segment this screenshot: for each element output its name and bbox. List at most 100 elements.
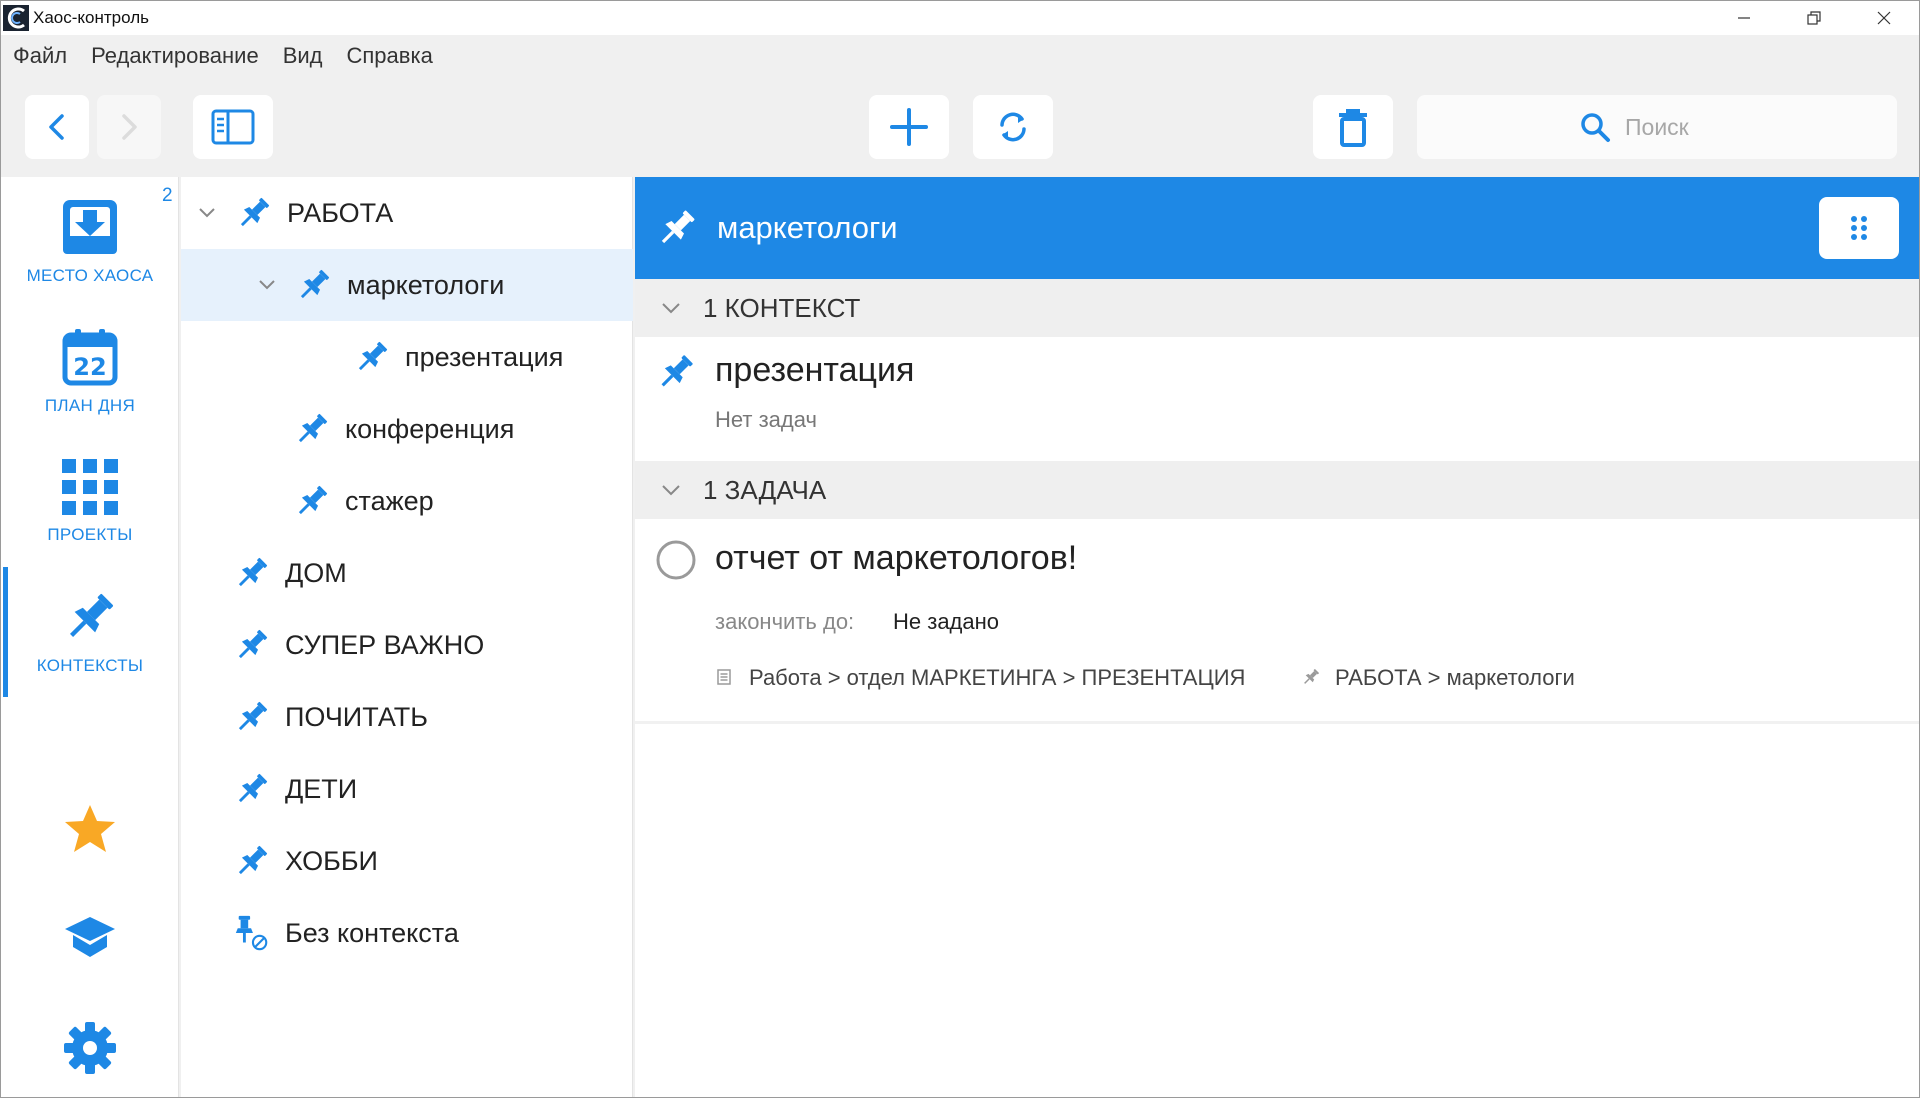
tree-item-kids[interactable]: ДЕТИ: [181, 753, 633, 825]
pin-icon: [238, 629, 268, 659]
inbox-icon: [63, 200, 117, 254]
main-panel: маркетологи 1 КОНТЕКСТ презентация Нет з…: [635, 177, 1919, 1097]
tree-item-presentation[interactable]: презентация: [181, 321, 633, 393]
close-window-button[interactable]: [1849, 1, 1919, 35]
close-icon: [1877, 11, 1891, 25]
task-list-item[interactable]: отчет от маркетологов! закончить до: Не …: [635, 519, 1919, 719]
tree-item-label: ПОЧИТАТЬ: [285, 701, 428, 732]
search-input[interactable]: [1625, 113, 1735, 141]
chevron-down-icon[interactable]: [197, 203, 217, 223]
nav-label: ПЛАН ДНЯ: [44, 396, 136, 415]
window-title: Хаос-контроль: [33, 8, 149, 27]
tree-item-label: Без контекста: [285, 917, 459, 948]
pin-icon: [238, 845, 268, 875]
restore-icon: [1807, 11, 1821, 25]
contexts-section-header[interactable]: 1 КОНТЕКСТ: [635, 279, 1919, 337]
add-button[interactable]: [869, 95, 949, 159]
nav-chaos-place[interactable]: МЕСТО ХАОСА: [1, 177, 179, 307]
task-project-path[interactable]: Работа > отдел МАРКЕТИНГА > ПРЕЗЕНТАЦИЯ: [749, 665, 1245, 691]
learning-button[interactable]: [1, 915, 179, 961]
minimize-button[interactable]: [1709, 1, 1779, 35]
chevron-down-icon: [662, 303, 680, 314]
tree-item-label: ХОББИ: [285, 845, 378, 876]
menu-bar: Файл Редактирование Вид Справка: [1, 35, 1919, 77]
nav-label: ПРОЕКТЫ: [47, 525, 133, 544]
tree-item-to-read[interactable]: ПОЧИТАТЬ: [181, 681, 633, 753]
tree-item-work[interactable]: РАБОТА: [181, 177, 633, 249]
project-icon: [717, 669, 731, 685]
left-navigation: 2 МЕСТО ХАОСА 22 ПЛАН ДНЯ ПРОЕКТЫ КОНТЕК…: [1, 177, 179, 1097]
pin-icon: [298, 413, 328, 443]
pin-icon: [240, 197, 270, 227]
search-icon: [1581, 113, 1610, 142]
list-divider: [635, 721, 1919, 724]
toggle-sidebar-button[interactable]: [193, 95, 273, 159]
section-label: 1 КОНТЕКСТ: [703, 292, 861, 323]
more-options-button[interactable]: [1819, 197, 1899, 259]
context-item-title: презентация: [715, 351, 915, 389]
sync-button[interactable]: [973, 95, 1053, 159]
pin-icon: [238, 701, 268, 731]
restore-button[interactable]: [1779, 1, 1849, 35]
pin-icon: [238, 557, 268, 587]
nav-contexts[interactable]: КОНТЕКСТЫ: [1, 567, 179, 697]
pin-icon: [358, 341, 388, 371]
context-list-item[interactable]: презентация Нет задач: [635, 337, 1919, 455]
tree-item-no-context[interactable]: Без контекста: [181, 897, 633, 969]
menu-help[interactable]: Справка: [347, 43, 433, 69]
window-controls: [1709, 1, 1919, 35]
app-logo-icon: [3, 5, 29, 31]
tree-item-label: ДОМ: [285, 557, 347, 588]
app-window: Хаос-контроль Файл Редактирование Вид Сп…: [0, 0, 1920, 1098]
tree-item-intern[interactable]: стажер: [181, 465, 633, 537]
pin-icon: [70, 594, 113, 637]
pin-icon: [661, 210, 695, 244]
nav-label: МЕСТО ХАОСА: [26, 266, 154, 285]
trash-icon: [1339, 109, 1367, 147]
title-bar: Хаос-контроль: [1, 1, 1919, 35]
tree-item-label: конференция: [345, 413, 515, 444]
tree-item-hobby[interactable]: ХОББИ: [181, 825, 633, 897]
context-item-subtitle: Нет задач: [715, 407, 817, 432]
pin-icon: [238, 773, 268, 803]
chevron-left-icon: [49, 114, 64, 140]
context-tree: РАБОТА маркетологи презентация конференц…: [181, 177, 633, 1097]
context-header: маркетологи: [635, 177, 1919, 279]
context-title: маркетологи: [717, 210, 898, 245]
nav-day-plan[interactable]: 22 ПЛАН ДНЯ: [1, 307, 179, 437]
chevron-down-icon[interactable]: [257, 275, 277, 295]
task-context-path[interactable]: РАБОТА > маркетологи: [1335, 665, 1575, 691]
menu-view[interactable]: Вид: [283, 43, 323, 69]
due-date-label: закончить до:: [715, 609, 855, 634]
grid-icon: [62, 459, 118, 515]
menu-edit[interactable]: Редактирование: [91, 43, 259, 69]
settings-button[interactable]: [1, 1021, 179, 1075]
tasks-section-header[interactable]: 1 ЗАДАЧА: [635, 461, 1919, 519]
tree-item-marketers[interactable]: маркетологи: [181, 249, 633, 321]
tree-item-label: СУПЕР ВАЖНО: [285, 629, 485, 660]
chevron-down-icon: [662, 485, 680, 496]
sidebar-panel-icon: [211, 109, 255, 145]
nav-projects[interactable]: ПРОЕКТЫ: [1, 437, 179, 567]
refresh-icon: [1000, 112, 1026, 142]
forward-button[interactable]: [97, 95, 161, 159]
nav-active-indicator: [3, 567, 8, 697]
graduation-cap-icon: [65, 917, 115, 957]
nav-label: КОНТЕКСТЫ: [36, 656, 144, 675]
favorites-button[interactable]: [1, 803, 179, 855]
star-icon: [65, 805, 115, 852]
gear-icon: [64, 1022, 116, 1074]
pin-small-icon: [1304, 669, 1319, 684]
tree-item-home[interactable]: ДОМ: [181, 537, 633, 609]
task-checkbox[interactable]: [655, 539, 697, 581]
tree-item-label: РАБОТА: [287, 197, 394, 228]
search-box[interactable]: [1417, 95, 1897, 159]
no-context-icon: [235, 915, 268, 951]
menu-file[interactable]: Файл: [13, 43, 67, 69]
delete-button[interactable]: [1313, 95, 1393, 159]
tree-item-super-important[interactable]: СУПЕР ВАЖНО: [181, 609, 633, 681]
tree-item-conference[interactable]: конференция: [181, 393, 633, 465]
tree-item-label: презентация: [405, 341, 564, 372]
due-date-value[interactable]: Не задано: [893, 609, 999, 635]
back-button[interactable]: [25, 95, 89, 159]
